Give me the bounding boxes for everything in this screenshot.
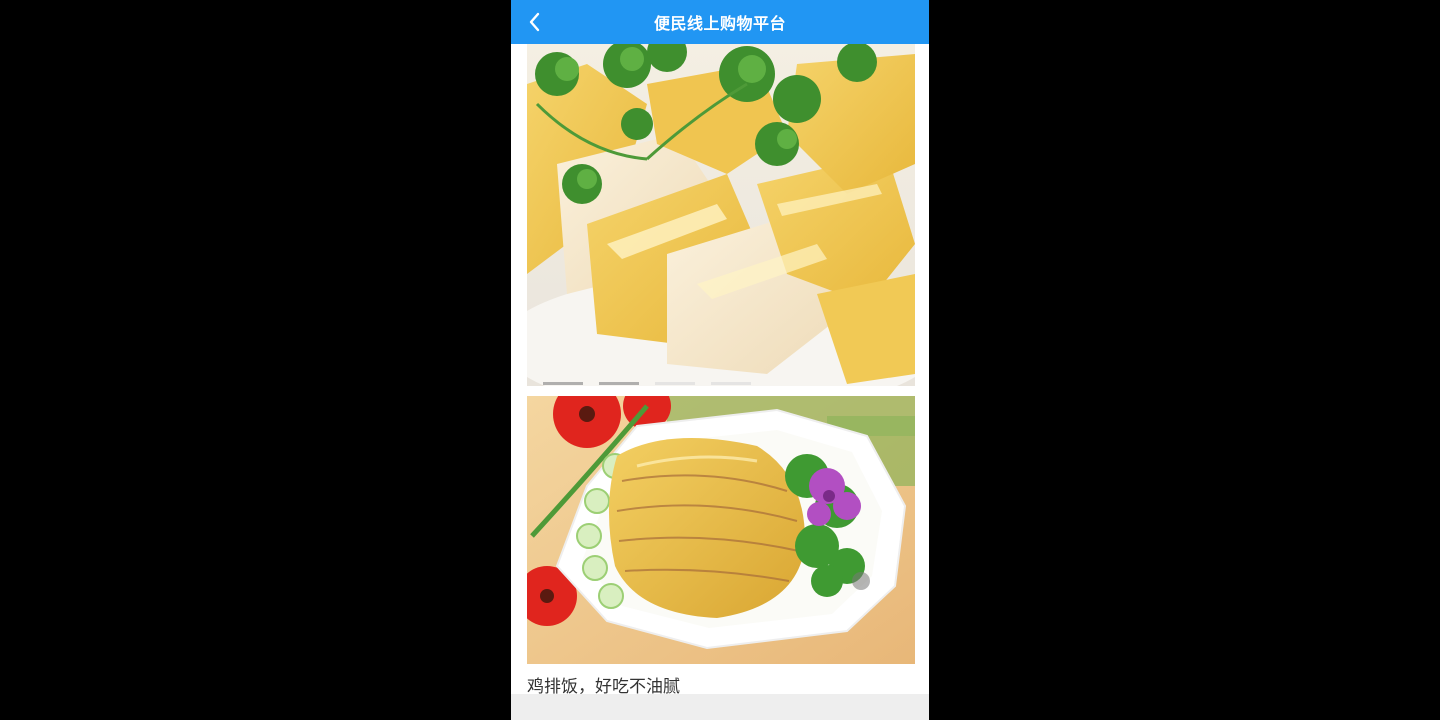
page-title: 便民线上购物平台	[653, 14, 786, 33]
carousel-indicator[interactable]	[543, 382, 583, 385]
carousel-indicator[interactable]	[711, 382, 751, 385]
chicken-cilantro-photo	[527, 44, 915, 386]
carousel-indicator[interactable]	[655, 382, 695, 385]
product-image-1[interactable]	[527, 44, 915, 386]
product-image-2[interactable]	[527, 396, 915, 664]
carousel-indicators	[543, 382, 783, 386]
product-content: 鸡排饭，好吃不油腻	[511, 44, 929, 697]
top-nav-bar: 便民线上购物平台	[511, 0, 929, 44]
chicken-plate-photo	[527, 396, 915, 664]
back-button[interactable]	[519, 6, 551, 38]
carousel-dot[interactable]	[852, 572, 870, 590]
bottom-bar	[511, 694, 929, 720]
phone-screen: 便民线上购物平台 鸡排饭，好吃不油腻	[511, 0, 929, 720]
chevron-left-icon	[529, 12, 540, 32]
carousel-indicator[interactable]	[599, 382, 639, 385]
